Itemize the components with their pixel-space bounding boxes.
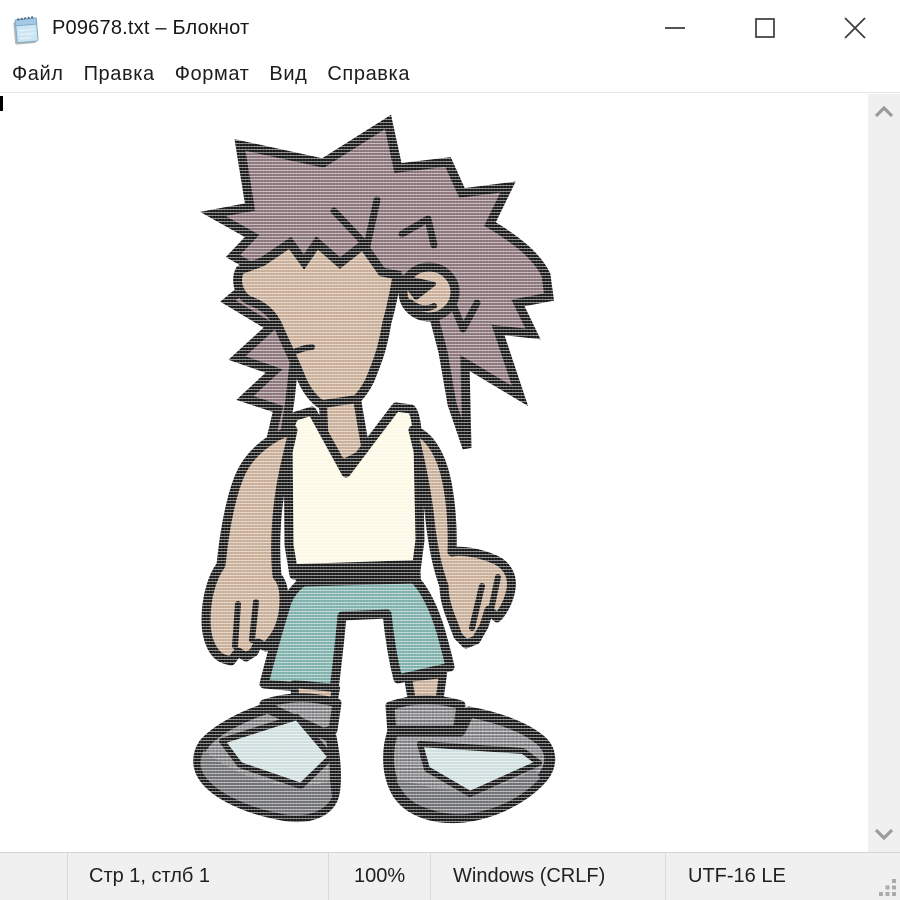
left-finger-crease [252, 602, 256, 640]
line-ending-text: Windows (CRLF) [453, 865, 605, 888]
minimize-icon [663, 16, 687, 40]
menu-help[interactable]: Справка [317, 63, 420, 86]
status-encoding: UTF-16 LE [665, 853, 900, 900]
close-button[interactable] [810, 0, 900, 56]
window-controls [630, 0, 900, 56]
menu-edit[interactable]: Правка [74, 63, 165, 86]
cursor-position-text: Стр 1, стлб 1 [89, 865, 210, 888]
notepad-icon [9, 11, 43, 45]
titlebar[interactable]: P09678.txt – Блокнот [0, 0, 900, 56]
scroll-up-button[interactable] [868, 96, 900, 128]
menu-format[interactable]: Формат [165, 63, 260, 86]
text-editing-area[interactable] [0, 94, 900, 852]
minimize-button[interactable] [630, 0, 720, 56]
menu-view[interactable]: Вид [259, 63, 317, 86]
statusbar: Стр 1, стлб 1 100% Windows (CRLF) UTF-16… [0, 852, 900, 900]
close-icon [842, 15, 868, 41]
maximize-icon [753, 16, 777, 40]
status-zoom-level: 100% [328, 853, 430, 900]
chevron-up-icon [873, 105, 895, 119]
encoding-text: UTF-16 LE [688, 865, 786, 888]
chevron-down-icon [873, 827, 895, 841]
left-finger-crease [235, 604, 238, 646]
resize-grip[interactable] [879, 879, 897, 897]
zoom-level-text: 100% [354, 865, 405, 888]
vertical-scrollbar[interactable] [868, 94, 900, 852]
cartoon-character [188, 110, 568, 824]
status-line-ending: Windows (CRLF) [430, 853, 665, 900]
maximize-button[interactable] [720, 0, 810, 56]
notepad-window: { "window": { "title": "P09678.txt – Бло… [0, 0, 900, 900]
window-title: P09678.txt – Блокнот [52, 17, 249, 40]
menu-file[interactable]: Файл [2, 63, 74, 86]
scroll-down-button[interactable] [868, 818, 900, 850]
status-cursor-position: Стр 1, стлб 1 [67, 853, 328, 900]
text-caret [0, 96, 3, 111]
menubar: Файл Правка Формат Вид Справка [0, 56, 900, 93]
document-artwork [188, 110, 568, 824]
status-empty-segment [0, 853, 67, 900]
